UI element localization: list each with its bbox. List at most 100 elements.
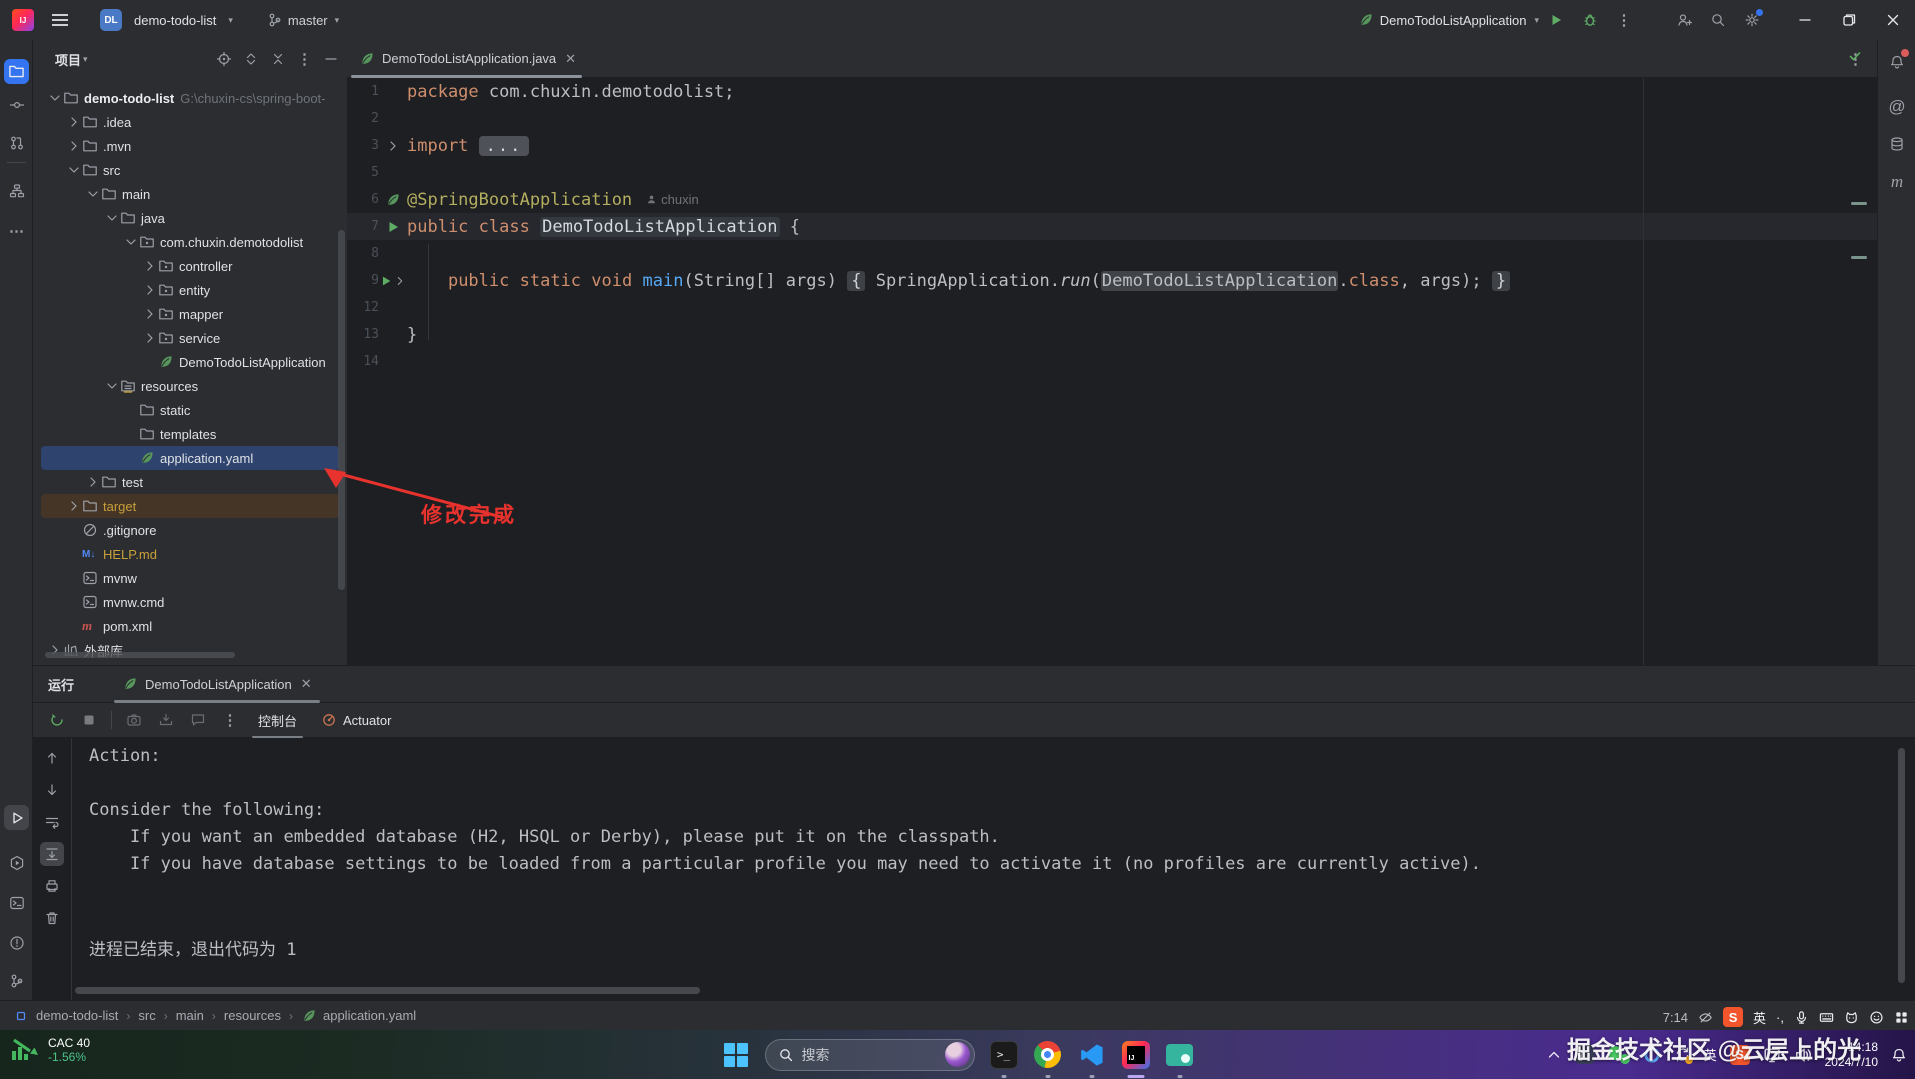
services-tool-button[interactable] [4, 850, 29, 875]
ime-mascot-icon[interactable] [1844, 1010, 1859, 1025]
chevron-right-icon[interactable] [84, 474, 101, 490]
chevron-right-icon[interactable] [141, 282, 158, 298]
soft-wrap-button[interactable] [40, 810, 64, 834]
commit-tool-button[interactable] [4, 92, 29, 117]
project-panel-title[interactable]: 项目 [55, 50, 81, 69]
tree-item-mapper[interactable]: mapper [41, 302, 339, 326]
breadcrumb-item-demo-todo-list[interactable]: demo-todo-list [36, 1008, 118, 1023]
taskbar-vscode-app[interactable] [1077, 1040, 1107, 1070]
debug-button[interactable] [1576, 6, 1604, 34]
terminal-tool-button[interactable] [4, 890, 29, 915]
fold-icon[interactable] [379, 138, 407, 154]
code-line-1[interactable]: 1 package com.chuxin.demotodolist; [347, 78, 1877, 105]
tree-item-pom.xml[interactable]: m pom.xml [41, 614, 339, 638]
run-panel-title[interactable]: 运行 [48, 675, 74, 694]
code-line-12[interactable]: 12 [347, 294, 1877, 321]
tree-item-src[interactable]: src [41, 158, 339, 182]
thread-dump-button[interactable] [121, 707, 147, 733]
code-with-me-button[interactable] [1670, 6, 1698, 34]
chevron-down-icon[interactable] [122, 234, 139, 250]
mic-icon[interactable] [1794, 1010, 1809, 1025]
chevron-down-icon[interactable] [84, 186, 101, 202]
eye-off-icon[interactable] [1698, 1010, 1713, 1025]
emoji-icon[interactable] [1869, 1010, 1884, 1025]
tree-item-mvnw.cmd[interactable]: mvnw.cmd [41, 590, 339, 614]
chevron-right-icon[interactable] [141, 306, 158, 322]
scroll-to-end-button[interactable] [40, 842, 64, 866]
tree-item-demo-todo-list[interactable]: demo-todo-list G:\chuxin-cs\spring-boot- [41, 86, 339, 110]
tree-item-target[interactable]: target [41, 494, 339, 518]
chevron-down-icon[interactable] [46, 90, 63, 106]
run-config-selector[interactable]: DemoTodoListApplication ▾ [1358, 12, 1539, 28]
code-line-8[interactable]: 8 [347, 240, 1877, 267]
taskbar-intellij-app[interactable]: IJ [1121, 1040, 1151, 1070]
sogou-icon[interactable]: S [1723, 1007, 1744, 1027]
tree-item-java[interactable]: java [41, 206, 339, 230]
breadcrumb-item-resources[interactable]: resources [224, 1008, 281, 1023]
window-minimize-button[interactable] [1783, 0, 1827, 40]
more-actions-button[interactable]: ⋮ [1610, 6, 1638, 34]
taskbar-search[interactable]: 搜索 [764, 1038, 975, 1071]
project-name-selector[interactable]: demo-todo-list [134, 13, 216, 28]
keyboard-icon[interactable] [1819, 1010, 1834, 1025]
taskbar-terminal-app[interactable]: >_ [989, 1040, 1019, 1070]
tree-item-main[interactable]: main [41, 182, 339, 206]
scroll-up-button[interactable] [40, 746, 64, 770]
problems-tool-button[interactable] [4, 930, 29, 955]
expand-all-button[interactable] [243, 51, 259, 67]
tree-item-entity[interactable]: entity [41, 278, 339, 302]
breadcrumb-item-application.yaml[interactable]: application.yaml [323, 1008, 416, 1023]
tree-item-static[interactable]: static [41, 398, 339, 422]
close-tab-icon[interactable]: ✕ [565, 51, 576, 67]
editor-tab[interactable]: DemoTodoListApplication.java ✕ [347, 40, 586, 78]
run-tab[interactable]: DemoTodoListApplication ✕ [112, 666, 322, 703]
breadcrumb-item-src[interactable]: src [138, 1008, 155, 1023]
tree-item-.mvn[interactable]: .mvn [41, 134, 339, 158]
ime-grid-icon[interactable] [1894, 1010, 1909, 1025]
project-tree-horizontal-scrollbar[interactable] [45, 652, 235, 658]
project-tool-button[interactable] [4, 59, 29, 84]
stop-button[interactable] [76, 707, 102, 733]
notification-center-button[interactable] [1891, 1047, 1907, 1063]
panel-options-button[interactable]: ⋮ [297, 50, 312, 68]
tree-item-resources[interactable]: resources [41, 374, 339, 398]
ime-punctuation-icon[interactable]: ·, [1776, 1010, 1784, 1025]
chevron-right-icon[interactable] [141, 330, 158, 346]
search-everywhere-button[interactable] [1704, 6, 1732, 34]
tree-item-service[interactable]: service [41, 326, 339, 350]
actuator-tab[interactable]: Actuator [309, 703, 403, 738]
main-menu-icon[interactable] [52, 14, 68, 26]
maven-tool-button[interactable]: m [1885, 170, 1909, 194]
version-control-tool-button[interactable] [4, 968, 29, 993]
taskbar-chrome-app[interactable] [1033, 1040, 1063, 1070]
chevron-down-icon[interactable] [103, 378, 120, 394]
pull-requests-tool-button[interactable] [4, 130, 29, 155]
widgets-button[interactable]: CAC 40 -1.56% [10, 1036, 90, 1064]
code-line-9[interactable]: 9 public static void main(String[] args)… [347, 267, 1877, 294]
tree-item-HELP.md[interactable]: M↓ HELP.md [41, 542, 339, 566]
database-tool-button[interactable] [1885, 132, 1909, 156]
branch-selector[interactable]: master ▾ [267, 12, 339, 28]
tree-item-.idea[interactable]: .idea [41, 110, 339, 134]
tree-item-DemoTodoListApplication[interactable]: DemoTodoListApplication [41, 350, 339, 374]
scroll-down-button[interactable] [40, 778, 64, 802]
code-line-5[interactable]: 5 [347, 159, 1877, 186]
window-restore-button[interactable] [1827, 0, 1871, 40]
inspections-ok-icon[interactable] [1847, 48, 1863, 64]
tree-item-templates[interactable]: templates [41, 422, 339, 446]
collapse-all-button[interactable] [270, 51, 286, 67]
ai-assistant-tool-button[interactable]: @ [1885, 95, 1909, 119]
console-tab[interactable]: 控制台 [246, 703, 309, 738]
chevron-right-icon[interactable] [65, 114, 82, 130]
structure-tool-button[interactable] [4, 178, 29, 203]
chevron-down-icon[interactable] [65, 162, 82, 178]
select-opened-file-button[interactable] [216, 51, 232, 67]
run-button[interactable] [1542, 6, 1570, 34]
coverage-button[interactable] [185, 707, 211, 733]
code-line-2[interactable]: 2 [347, 105, 1877, 132]
attach-debugger-button[interactable] [153, 707, 179, 733]
ime-mode-label[interactable]: 英 [1753, 1008, 1766, 1027]
tree-item-controller[interactable]: controller [41, 254, 339, 278]
chevron-down-icon[interactable] [103, 210, 120, 226]
more-options-button[interactable]: ⋮ [217, 707, 243, 733]
